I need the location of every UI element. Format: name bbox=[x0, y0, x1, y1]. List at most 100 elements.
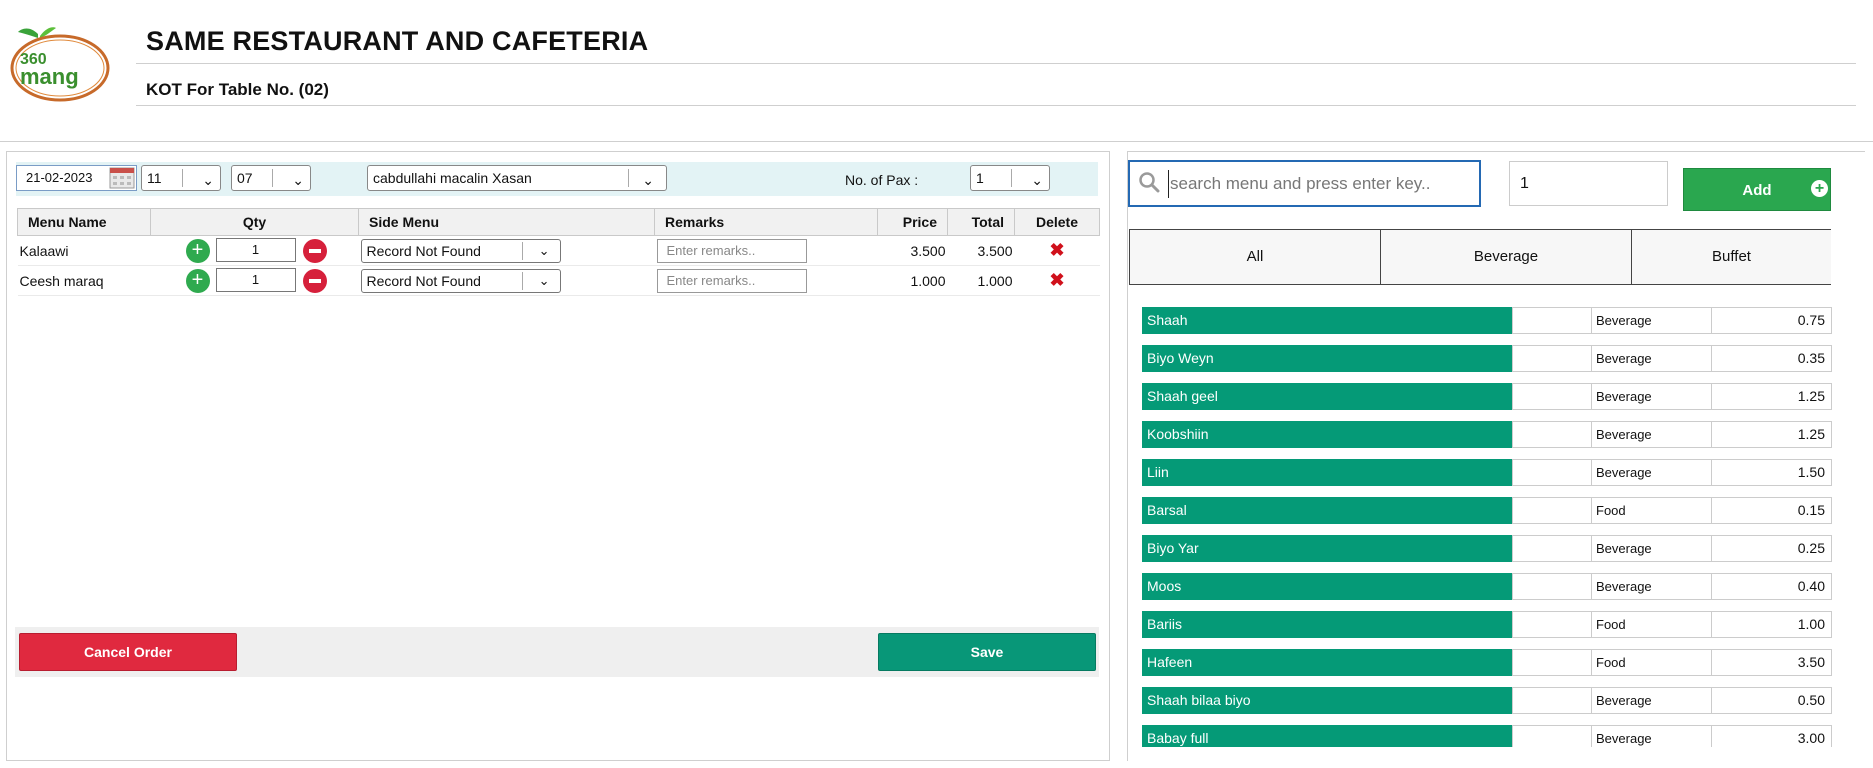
waiter-value: cabdullahi macalin Xasan bbox=[373, 170, 532, 186]
pax-label: No. of Pax : bbox=[845, 172, 919, 188]
page-header bbox=[0, 0, 1873, 142]
restaurant-logo: 360 mang bbox=[8, 24, 112, 102]
menu-item-category: Beverage bbox=[1592, 535, 1712, 562]
menu-item-name[interactable]: Bariis bbox=[1142, 611, 1512, 638]
menu-item-row[interactable]: Shaah bilaa biyo Beverage 0.50 bbox=[1142, 687, 1832, 714]
col-remarks: Remarks bbox=[654, 208, 878, 236]
menu-item-row[interactable]: Biyo Yar Beverage 0.25 bbox=[1142, 535, 1832, 562]
plus-circle-icon: + bbox=[1811, 180, 1828, 197]
add-quantity-input[interactable]: 1 bbox=[1509, 161, 1668, 206]
menu-item-price: 0.15 bbox=[1712, 497, 1832, 524]
tab-beverage[interactable]: Beverage bbox=[1380, 229, 1632, 285]
menu-item-price: 1.25 bbox=[1712, 383, 1832, 410]
menu-item-price: 3.00 bbox=[1712, 725, 1832, 747]
menu-item-price: 1.50 bbox=[1712, 459, 1832, 486]
menu-item-category: Beverage bbox=[1592, 383, 1712, 410]
menu-item-row[interactable]: Shaah geel Beverage 1.25 bbox=[1142, 383, 1832, 410]
menu-item-name[interactable]: Shaah bilaa biyo bbox=[1142, 687, 1512, 714]
delete-icon[interactable]: ✖ bbox=[1049, 240, 1064, 261]
qty-input[interactable]: 1 bbox=[215, 268, 296, 292]
row-price: 1.000 bbox=[877, 265, 948, 296]
menu-item-category: Beverage bbox=[1592, 307, 1712, 334]
menu-item-cell bbox=[1512, 345, 1592, 372]
menu-item-cell bbox=[1512, 725, 1592, 747]
order-table: Menu Name Qty Side Menu Remarks Price To… bbox=[17, 208, 1100, 296]
menu-item-price: 0.25 bbox=[1712, 535, 1832, 562]
menu-item-row[interactable]: Barsal Food 0.15 bbox=[1142, 497, 1832, 524]
pax-value: 1 bbox=[976, 170, 984, 186]
menu-item-cell bbox=[1512, 611, 1592, 638]
plus-icon[interactable]: + bbox=[185, 269, 210, 293]
hour-value: 11 bbox=[147, 170, 162, 186]
add-button-label: Add bbox=[1742, 182, 1772, 199]
row-total: 3.500 bbox=[947, 235, 1015, 266]
chevron-down-icon: ⌄ bbox=[538, 272, 550, 288]
menu-item-row[interactable]: Hafeen Food 3.50 bbox=[1142, 649, 1832, 676]
menu-item-name[interactable]: Moos bbox=[1142, 573, 1512, 600]
row-menu-name: Ceesh maraq bbox=[17, 265, 151, 296]
calendar-icon[interactable] bbox=[109, 167, 135, 189]
minus-icon[interactable] bbox=[302, 269, 327, 293]
minus-icon[interactable] bbox=[302, 239, 327, 263]
menu-item-cell bbox=[1512, 573, 1592, 600]
side-menu-value: Record Not Found bbox=[366, 272, 481, 289]
title-divider bbox=[136, 63, 1856, 64]
table-subtitle: KOT For Table No. (02) bbox=[146, 80, 329, 99]
search-icon bbox=[1138, 171, 1160, 193]
save-button[interactable]: Save bbox=[878, 633, 1096, 671]
menu-item-category: Beverage bbox=[1592, 687, 1712, 714]
qty-input[interactable]: 1 bbox=[215, 238, 296, 262]
col-side-menu: Side Menu bbox=[358, 208, 655, 236]
add-item-button[interactable]: Add bbox=[1683, 168, 1831, 211]
menu-item-cell bbox=[1512, 687, 1592, 714]
chevron-down-icon: ⌄ bbox=[202, 172, 214, 188]
table-row: Ceesh maraq + 1 Record Not Found ⌄ Enter … bbox=[17, 265, 1100, 296]
menu-item-category: Food bbox=[1592, 497, 1712, 524]
cancel-order-button[interactable]: Cancel Order bbox=[19, 633, 237, 671]
menu-item-name[interactable]: Shaah bbox=[1142, 307, 1512, 334]
menu-item-name[interactable]: Biyo Weyn bbox=[1142, 345, 1512, 372]
menu-item-category: Beverage bbox=[1592, 421, 1712, 448]
menu-item-row[interactable]: Bariis Food 1.00 bbox=[1142, 611, 1832, 638]
menu-item-row[interactable]: Liin Beverage 1.50 bbox=[1142, 459, 1832, 486]
menu-item-row[interactable]: Babay full Beverage 3.00 bbox=[1142, 725, 1832, 747]
side-menu-select[interactable]: Record Not Found ⌄ bbox=[360, 268, 561, 293]
tab-buffet[interactable]: Buffet bbox=[1631, 229, 1831, 285]
menu-item-name[interactable]: Barsal bbox=[1142, 497, 1512, 524]
col-menu-name: Menu Name bbox=[17, 208, 151, 236]
menu-item-category: Beverage bbox=[1592, 725, 1712, 747]
menu-item-name[interactable]: Shaah geel bbox=[1142, 383, 1512, 410]
side-menu-select[interactable]: Record Not Found ⌄ bbox=[360, 238, 561, 263]
menu-item-name[interactable]: Biyo Yar bbox=[1142, 535, 1512, 562]
menu-item-row[interactable]: Moos Beverage 0.40 bbox=[1142, 573, 1832, 600]
menu-item-category: Beverage bbox=[1592, 345, 1712, 372]
chevron-down-icon: ⌄ bbox=[642, 172, 654, 188]
waiter-select[interactable]: cabdullahi macalin Xasan ⌄ bbox=[367, 165, 667, 191]
date-value: 21-02-2023 bbox=[26, 170, 93, 185]
menu-item-row[interactable]: Shaah Beverage 0.75 bbox=[1142, 307, 1832, 334]
menu-item-row[interactable]: Koobshiin Beverage 1.25 bbox=[1142, 421, 1832, 448]
menu-item-name[interactable]: Babay full bbox=[1142, 725, 1512, 747]
menu-item-price: 0.35 bbox=[1712, 345, 1832, 372]
hour-select[interactable]: 11 ⌄ bbox=[141, 165, 221, 191]
pax-select[interactable]: 1 ⌄ bbox=[970, 165, 1050, 191]
search-input[interactable]: search menu and press enter key.. bbox=[1168, 170, 1468, 198]
row-menu-name: Kalaawi bbox=[17, 235, 151, 266]
remarks-input[interactable]: Enter remarks.. bbox=[656, 268, 807, 293]
menu-item-row[interactable]: Biyo Weyn Beverage 0.35 bbox=[1142, 345, 1832, 372]
remarks-input[interactable]: Enter remarks.. bbox=[656, 238, 807, 263]
menu-item-name[interactable]: Liin bbox=[1142, 459, 1512, 486]
menu-item-price: 3.50 bbox=[1712, 649, 1832, 676]
menu-item-category: Beverage bbox=[1592, 459, 1712, 486]
menu-item-name[interactable]: Koobshiin bbox=[1142, 421, 1512, 448]
menu-item-name[interactable]: Hafeen bbox=[1142, 649, 1512, 676]
menu-item-price: 1.25 bbox=[1712, 421, 1832, 448]
tab-all[interactable]: All bbox=[1129, 229, 1381, 285]
menu-item-price: 0.40 bbox=[1712, 573, 1832, 600]
minute-select[interactable]: 07 ⌄ bbox=[231, 165, 311, 191]
delete-icon[interactable]: ✖ bbox=[1049, 270, 1064, 291]
plus-icon[interactable]: + bbox=[185, 239, 210, 263]
menu-item-cell bbox=[1512, 459, 1592, 486]
minute-value: 07 bbox=[237, 170, 253, 186]
row-total: 1.000 bbox=[947, 265, 1015, 296]
